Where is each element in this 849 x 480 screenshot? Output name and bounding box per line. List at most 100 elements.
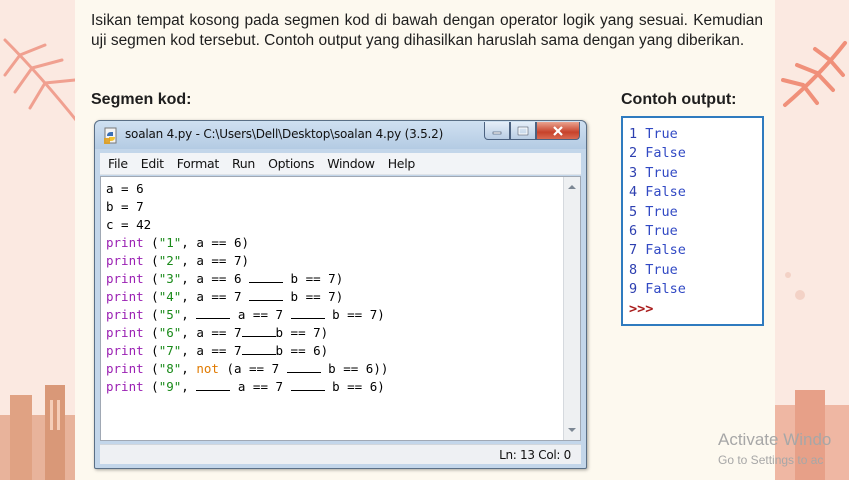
code-token: ( — [143, 235, 159, 250]
menu-item-help[interactable]: Help — [388, 156, 416, 171]
code-token: ( — [143, 271, 159, 286]
code-line[interactable]: c = 42 — [106, 216, 388, 234]
output-line-value: False — [645, 184, 686, 201]
chevron-up-icon — [568, 185, 576, 189]
code-token: a == 7 — [230, 379, 291, 394]
code-token: ( — [143, 361, 159, 376]
keyword-token: print — [106, 379, 144, 394]
output-line: 1 True — [629, 125, 686, 144]
output-line: 3 True — [629, 164, 686, 183]
instruction-text: Isikan tempat kosong pada segmen kod di … — [91, 12, 763, 49]
code-token: b == 7) — [275, 325, 329, 340]
output-line-value: False — [645, 242, 686, 259]
code-line[interactable]: print ("1", a == 6) — [106, 234, 388, 252]
code-line[interactable]: print ("4", a == 7 b == 7) — [106, 288, 388, 306]
scroll-up-button[interactable] — [565, 179, 579, 195]
close-icon — [553, 125, 563, 136]
leaf-decoration-right — [781, 41, 847, 107]
output-line-number: 5 — [629, 203, 638, 220]
maximize-button[interactable] — [510, 122, 536, 140]
chevron-down-icon — [568, 428, 576, 432]
output-line-value: True — [645, 261, 678, 278]
code-token: b = 7 — [106, 199, 144, 214]
output-line: 9 False — [629, 280, 686, 299]
code-token: b == 6)) — [320, 361, 389, 376]
maximize-icon — [517, 126, 529, 135]
activate-windows-watermark: Activate Windo Go to Settings to ac — [718, 430, 831, 467]
idle-editor-window: soalan 4.py - C:\Users\Dell\Desktop\soal… — [94, 120, 587, 469]
scroll-down-button[interactable] — [565, 422, 579, 438]
code-line[interactable]: print ("8", not (a == 7 b == 6)) — [106, 360, 388, 378]
code-line[interactable]: a = 6 — [106, 180, 388, 198]
keyword-token: print — [106, 289, 144, 304]
fill-in-blank — [196, 308, 231, 319]
output-line-number: 3 — [629, 164, 638, 181]
fill-in-blank — [249, 272, 284, 283]
window-titlebar[interactable]: soalan 4.py - C:\Users\Dell\Desktop\soal… — [95, 121, 586, 149]
code-line[interactable]: print ("5", a == 7 b == 7) — [106, 306, 388, 324]
string-token: "6" — [158, 325, 182, 340]
code-token: , a == 6 — [181, 271, 250, 286]
code-token: b == 6) — [275, 343, 329, 358]
menu-item-edit[interactable]: Edit — [141, 156, 164, 171]
code-line[interactable]: print ("9", a == 7 b == 6) — [106, 378, 388, 396]
output-line: 2 False — [629, 144, 686, 163]
watermark-line2: Go to Settings to ac — [718, 453, 824, 467]
code-token: , a == 7 — [181, 325, 242, 340]
code-token: , — [181, 307, 197, 322]
code-token: , a == 7 — [181, 343, 242, 358]
code-token: ( — [143, 325, 159, 340]
code-editor[interactable]: a = 6b = 7c = 42 print ("1", a == 6) print… — [100, 176, 581, 441]
string-token: "8" — [158, 361, 182, 376]
window-controls — [484, 122, 580, 140]
cursor-position: Ln: 13 Col: 0 — [499, 448, 571, 462]
output-line: 6 True — [629, 222, 686, 241]
code-line[interactable]: print ("6", a == 7 b == 7) — [106, 324, 388, 342]
menu-item-run[interactable]: Run — [232, 156, 255, 171]
output-line-value: True — [645, 164, 678, 181]
code-token: ( — [143, 307, 159, 322]
code-token: , — [181, 379, 197, 394]
keyword-token: print — [106, 271, 144, 286]
fill-in-blank — [286, 362, 321, 373]
output-line: 5 True — [629, 203, 686, 222]
code-token: b == 7) — [324, 307, 385, 322]
output-heading: Contoh output: — [621, 91, 737, 108]
minimize-button[interactable] — [484, 122, 510, 140]
shell-prompt: >>> — [629, 300, 654, 317]
output-line-number: 4 — [629, 184, 638, 201]
vertical-scrollbar[interactable] — [563, 177, 580, 440]
code-token: ( — [143, 343, 159, 358]
string-token: "1" — [158, 235, 182, 250]
operator-token: not — [196, 361, 219, 376]
minimize-icon — [492, 131, 502, 134]
keyword-token: print — [106, 361, 144, 376]
code-line[interactable]: print ("3", a == 6 b == 7) — [106, 270, 388, 288]
code-token: ( — [143, 289, 159, 304]
code-token: c = 42 — [106, 217, 152, 232]
fill-in-blank — [290, 308, 325, 319]
output-line-value: False — [645, 145, 686, 162]
watermark-line1: Activate Windo — [718, 430, 832, 449]
close-button[interactable] — [536, 122, 580, 140]
fill-in-blank — [249, 290, 284, 301]
string-token: "9" — [158, 379, 182, 394]
code-line[interactable]: print ("7", a == 7 b == 6) — [106, 342, 388, 360]
menu-item-file[interactable]: File — [108, 156, 128, 171]
code-line[interactable]: print ("2", a == 7) — [106, 252, 388, 270]
menu-item-window[interactable]: Window — [327, 156, 375, 171]
keyword-token: print — [106, 343, 144, 358]
code-token: , — [181, 361, 197, 376]
output-line-value: True — [645, 126, 678, 142]
code-line[interactable]: b = 7 — [106, 198, 388, 216]
menu-item-options[interactable]: Options — [268, 156, 314, 171]
output-line: 4 False — [629, 183, 686, 202]
output-line: 8 True — [629, 261, 686, 280]
code-text[interactable]: a = 6b = 7c = 42 print ("1", a == 6) print… — [106, 180, 388, 396]
output-line-value: False — [645, 281, 686, 298]
status-bar: Ln: 13 Col: 0 — [100, 444, 581, 464]
code-token: b == 7) — [283, 271, 344, 286]
code-token: , a == 7) — [181, 253, 250, 268]
output-line-number: 1 — [629, 126, 638, 142]
menu-item-format[interactable]: Format — [177, 156, 220, 171]
